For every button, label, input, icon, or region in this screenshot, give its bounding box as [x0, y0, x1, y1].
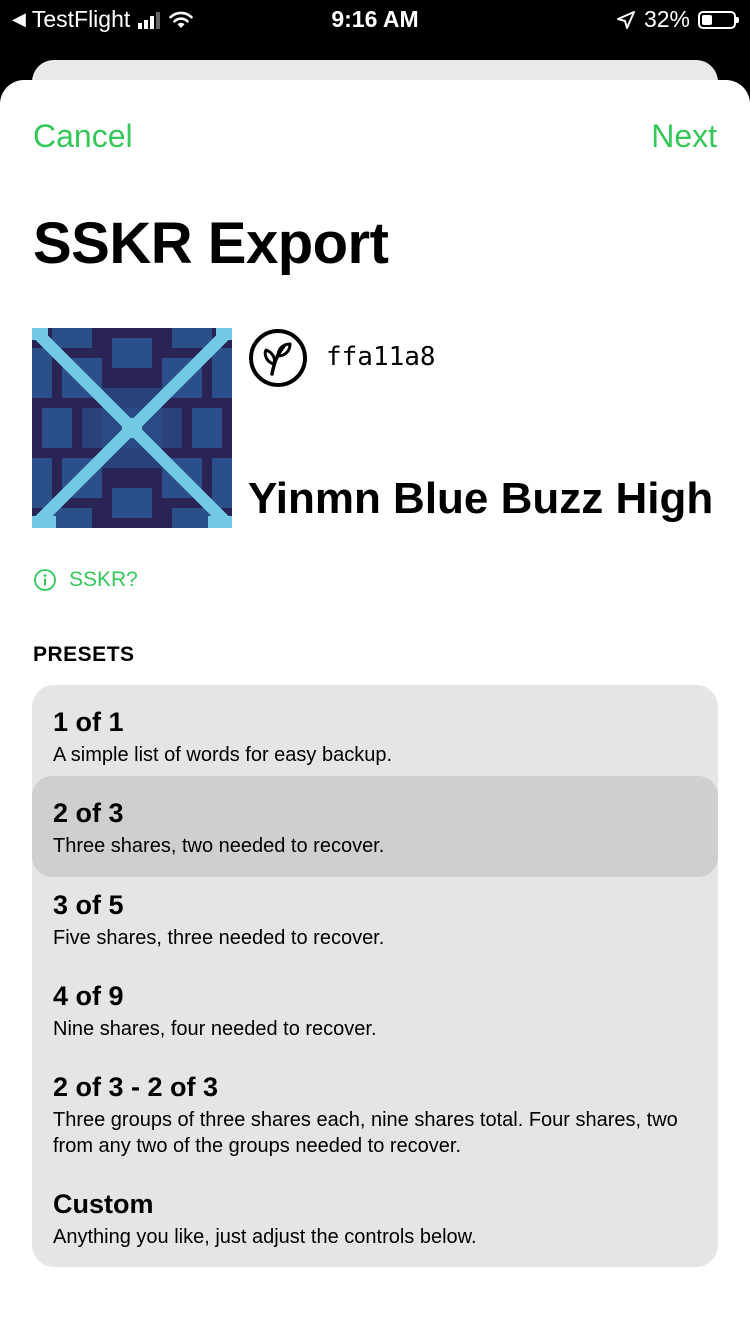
preset-title: 2 of 3 - 2 of 3 [53, 1072, 219, 1102]
presets-list: 1 of 1 A simple list of words for easy b… [32, 685, 718, 1267]
status-bar: ◀ TestFlight 9:16 AM 32% [0, 0, 750, 40]
sskr-info-link[interactable]: SSKR? [33, 568, 138, 592]
location-arrow-icon [616, 10, 635, 29]
preset-2-of-3-groups[interactable]: 2 of 3 - 2 of 3 Three groups of three sh… [32, 1050, 718, 1167]
preset-description: Three shares, two needed to recover. [53, 835, 385, 857]
status-right: 32% [616, 6, 739, 33]
preset-description: A simple list of words for easy backup. [53, 744, 393, 766]
battery-percent: 32% [643, 6, 690, 32]
preset-description: Three groups of three shares each, nine … [53, 1109, 678, 1157]
preset-1-of-1[interactable]: 1 of 1 A simple list of words for easy b… [32, 685, 718, 777]
seed-leaf-icon [249, 329, 307, 387]
info-circle-icon [34, 569, 56, 591]
lifehash-image [32, 328, 232, 528]
preset-2-of-3[interactable]: 2 of 3 Three shares, two needed to recov… [32, 776, 718, 877]
preset-3-of-5[interactable]: 3 of 5 Five shares, three needed to reco… [32, 868, 718, 960]
presets-header: PRESETS [33, 643, 135, 666]
seed-identifier: ffa11a8 [326, 342, 436, 372]
preset-title: 2 of 3 [53, 798, 124, 828]
next-button[interactable]: Next [651, 118, 717, 155]
preset-description: Nine shares, four needed to recover. [53, 1018, 377, 1040]
modal-sheet: Cancel Next SSKR Export ffa11a8 Yinmn Bl… [0, 80, 750, 1334]
preset-title: 1 of 1 [53, 707, 124, 737]
battery-icon [698, 10, 739, 29]
preset-title: 3 of 5 [53, 890, 124, 920]
page-title: SSKR Export [33, 211, 389, 276]
cancel-button[interactable]: Cancel [33, 118, 133, 155]
seed-name: Yinmn Blue Buzz High [248, 474, 714, 523]
preset-custom[interactable]: Custom Anything you like, just adjust th… [32, 1167, 718, 1267]
preset-title: 4 of 9 [53, 981, 124, 1011]
preset-description: Five shares, three needed to recover. [53, 927, 385, 949]
preset-4-of-9[interactable]: 4 of 9 Nine shares, four needed to recov… [32, 959, 718, 1051]
sskr-info-label: SSKR? [69, 568, 138, 591]
preset-description: Anything you like, just adjust the contr… [53, 1226, 477, 1248]
preset-title: Custom [53, 1189, 154, 1219]
